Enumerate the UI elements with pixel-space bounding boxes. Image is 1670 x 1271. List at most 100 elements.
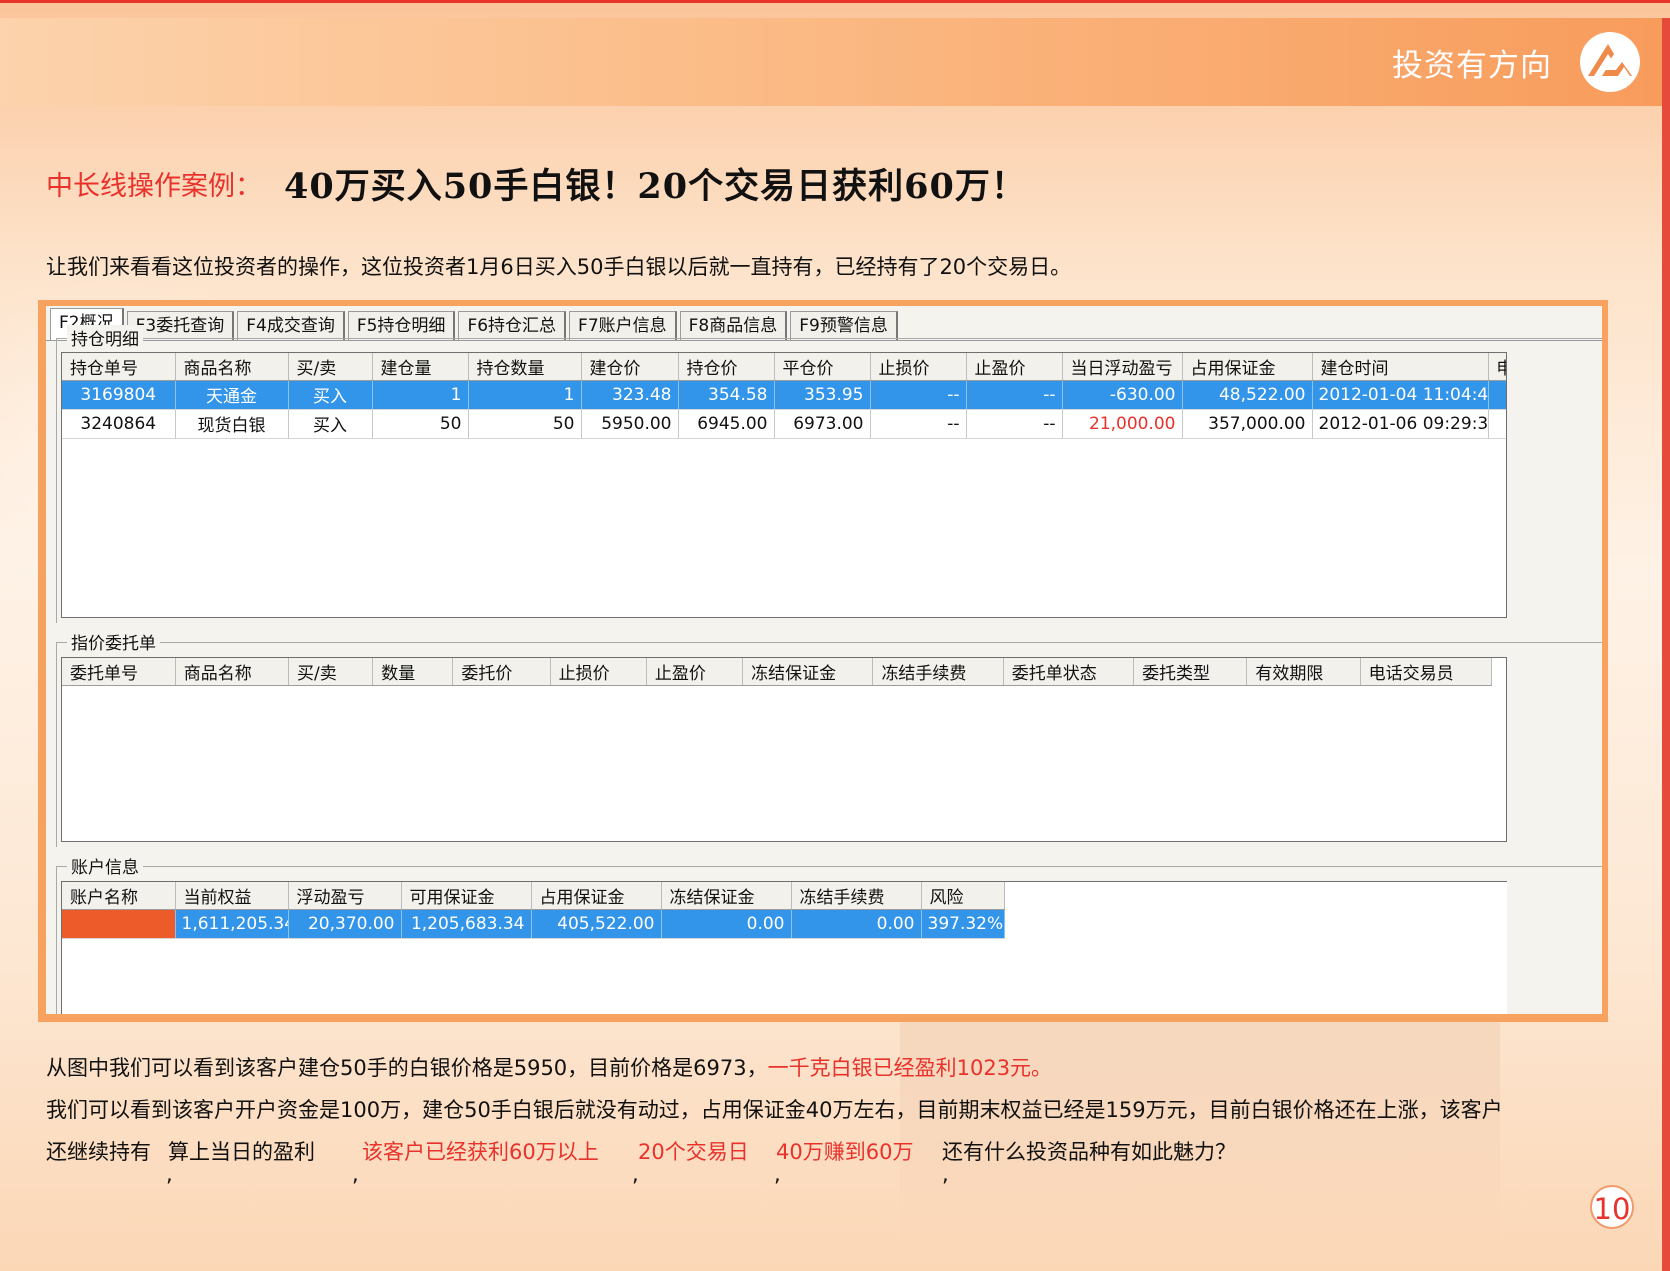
table-cell: --	[870, 380, 967, 410]
column-header[interactable]: 风险	[921, 882, 1005, 910]
table-cell: --	[870, 409, 967, 439]
table-cell: 3169804	[62, 380, 176, 410]
tab-f5-position-detail[interactable]: F5持仓明细	[347, 311, 456, 340]
footer-text: 算上当日的盈利	[168, 1140, 315, 1164]
footer-comma: ,	[352, 1162, 359, 1186]
footer-comma: ,	[942, 1162, 949, 1186]
column-header[interactable]: 当前权益	[175, 882, 289, 910]
account-info-group: 账户信息 账户名称 当前权益 浮动盈亏 可用保证金 占用保证金 冻结保证金 冻结…	[56, 853, 1602, 1014]
footer-text: 还有什么投资品种有如此魅力？	[942, 1140, 1236, 1164]
table-cell: 405,522.00	[531, 909, 662, 939]
account-row[interactable]: 1,611,205.34 20,370.00 1,205,683.34 405,…	[62, 909, 1005, 939]
column-header[interactable]: 建仓时间	[1312, 353, 1489, 381]
column-header[interactable]: 可用保证金	[401, 882, 532, 910]
group-title: 账户信息	[67, 853, 143, 878]
table-cell: 354.58	[678, 380, 775, 410]
footer-highlight: 一千克白银已经盈利1023元。	[767, 1056, 1053, 1080]
footer-line-1: 从图中我们可以看到该客户建仓50手的白银价格是5950，目前价格是6973，一千…	[46, 1052, 1052, 1082]
column-header[interactable]: 委托单状态	[1003, 658, 1135, 686]
background-decoration	[900, 1000, 1500, 1260]
tab-f7-account-info[interactable]: F7账户信息	[569, 311, 677, 340]
account-name-redacted	[62, 909, 176, 939]
column-header[interactable]: 委托类型	[1133, 658, 1248, 686]
table-cell: 1	[372, 380, 469, 410]
column-header[interactable]: 买/卖	[288, 658, 374, 686]
table-cell	[1488, 380, 1506, 410]
column-header[interactable]: 有效期限	[1246, 658, 1361, 686]
slide: 投资有方向 中长线操作案例： 40万买入50手白银！20个交易日获利60万！ 让我…	[0, 0, 1670, 1271]
table-cell: 357,000.00	[1182, 409, 1313, 439]
tab-f8-product-info[interactable]: F8商品信息	[679, 311, 788, 340]
mountain-logo-icon	[1580, 32, 1640, 92]
column-header[interactable]: 委托价	[452, 658, 551, 686]
column-header[interactable]: 建仓价	[581, 353, 679, 381]
tab-f6-position-summary[interactable]: F6持仓汇总	[458, 311, 567, 340]
column-header[interactable]: 止损价	[870, 353, 967, 381]
column-header[interactable]: 止盈价	[646, 658, 744, 686]
column-header[interactable]: 账户名称	[62, 882, 176, 910]
orders-table[interactable]: 委托单号 商品名称 买/卖 数量 委托价 止损价 止盈价 冻结保证金 冻结手续费…	[61, 657, 1507, 842]
column-header[interactable]: 冻结手续费	[872, 658, 1004, 686]
column-header[interactable]: 冻结手续费	[791, 882, 922, 910]
group-title: 持仓明细	[67, 325, 143, 350]
column-header[interactable]: 止盈价	[966, 353, 1063, 381]
table-cell: 1	[468, 380, 582, 410]
column-header[interactable]: 持仓单号	[62, 353, 176, 381]
column-header[interactable]: 冻结保证金	[661, 882, 792, 910]
table-cell: 50	[468, 409, 582, 439]
positions-table[interactable]: 持仓单号 商品名称 买/卖 建仓量 持仓数量 建仓价 持仓价 平仓价 止损价 止…	[61, 352, 1507, 618]
right-accent-bar	[1662, 18, 1670, 1271]
page-number: 10	[1590, 1185, 1634, 1229]
table-cell: 48,522.00	[1182, 380, 1313, 410]
column-header[interactable]: 浮动盈亏	[288, 882, 402, 910]
column-header[interactable]: 建仓量	[372, 353, 469, 381]
column-header[interactable]: 申	[1488, 353, 1506, 381]
table-row[interactable]: 3240864 现货白银 买入 50 50 5950.00 6945.00 69…	[62, 409, 1506, 439]
column-header[interactable]: 商品名称	[175, 658, 290, 686]
table-cell: 21,000.00	[1062, 409, 1183, 439]
footer-highlight: 该客户已经获利60万以上	[362, 1140, 599, 1164]
table-cell: 50	[372, 409, 469, 439]
column-header[interactable]: 持仓价	[678, 353, 775, 381]
column-header[interactable]: 占用保证金	[1182, 353, 1313, 381]
table-cell: 353.95	[774, 380, 871, 410]
table-cell	[1488, 409, 1506, 439]
group-title: 指价委托单	[67, 629, 160, 654]
table-cell: 323.48	[581, 380, 679, 410]
tab-f9-alert-info[interactable]: F9预警信息	[790, 311, 898, 340]
table-cell: --	[966, 409, 1063, 439]
column-header[interactable]: 电话交易员	[1360, 658, 1493, 686]
column-header[interactable]: 止损价	[550, 658, 647, 686]
column-header[interactable]: 占用保证金	[531, 882, 662, 910]
column-header[interactable]: 当日浮动盈亏	[1062, 353, 1183, 381]
table-cell: --	[966, 380, 1063, 410]
positions-group: 持仓明细 持仓单号 商品名称 买/卖 建仓量 持仓数量 建仓价 持仓价 平仓价	[56, 325, 1602, 623]
tab-f4-trade-query[interactable]: F4成交查询	[237, 311, 345, 340]
case-label: 中长线操作案例：	[46, 171, 262, 202]
table-row[interactable]: 3169804 天通金 买入 1 1 323.48 354.58 353.95 …	[62, 380, 1506, 410]
column-header[interactable]: 持仓数量	[468, 353, 582, 381]
case-heading: 中长线操作案例： 40万买入50手白银！20个交易日获利60万！	[46, 158, 1027, 209]
intro-text: 让我们来看看这位投资者的操作，这位投资者1月6日买入50手白银以后就一直持有，已…	[46, 255, 1072, 279]
column-header[interactable]: 平仓价	[774, 353, 871, 381]
footer-text: 还继续持有	[46, 1140, 151, 1164]
table-cell: 20,370.00	[288, 909, 402, 939]
table-cell: 6945.00	[678, 409, 775, 439]
table-cell: 5950.00	[581, 409, 679, 439]
footer-highlight: 20个交易日	[638, 1140, 749, 1164]
column-header[interactable]: 商品名称	[175, 353, 289, 381]
account-table[interactable]: 账户名称 当前权益 浮动盈亏 可用保证金 占用保证金 冻结保证金 冻结手续费 风…	[61, 881, 1507, 1014]
column-header[interactable]: 买/卖	[288, 353, 373, 381]
column-header[interactable]: 委托单号	[62, 658, 176, 686]
column-header[interactable]: 数量	[372, 658, 454, 686]
table-cell: 397.32%	[921, 909, 1005, 939]
table-cell: 0.00	[791, 909, 922, 939]
brand-slogan: 投资有方向	[1392, 48, 1552, 84]
case-title: 40万买入50手白银！20个交易日获利60万！	[284, 166, 1027, 207]
table-cell: 天通金	[175, 380, 289, 410]
table-cell: 2012-01-04 11:04:43	[1312, 380, 1489, 410]
footer-highlight: 40万赚到60万	[776, 1140, 914, 1164]
tab-bar: F2概况 F3委托查询 F4成交查询 F5持仓明细 F6持仓汇总 F7账户信息 …	[50, 308, 901, 340]
footer-line-2: 我们可以看到该客户开户资金是100万，建仓50手白银后就没有动过，占用保证金40…	[46, 1098, 1503, 1122]
column-header[interactable]: 冻结保证金	[742, 658, 874, 686]
